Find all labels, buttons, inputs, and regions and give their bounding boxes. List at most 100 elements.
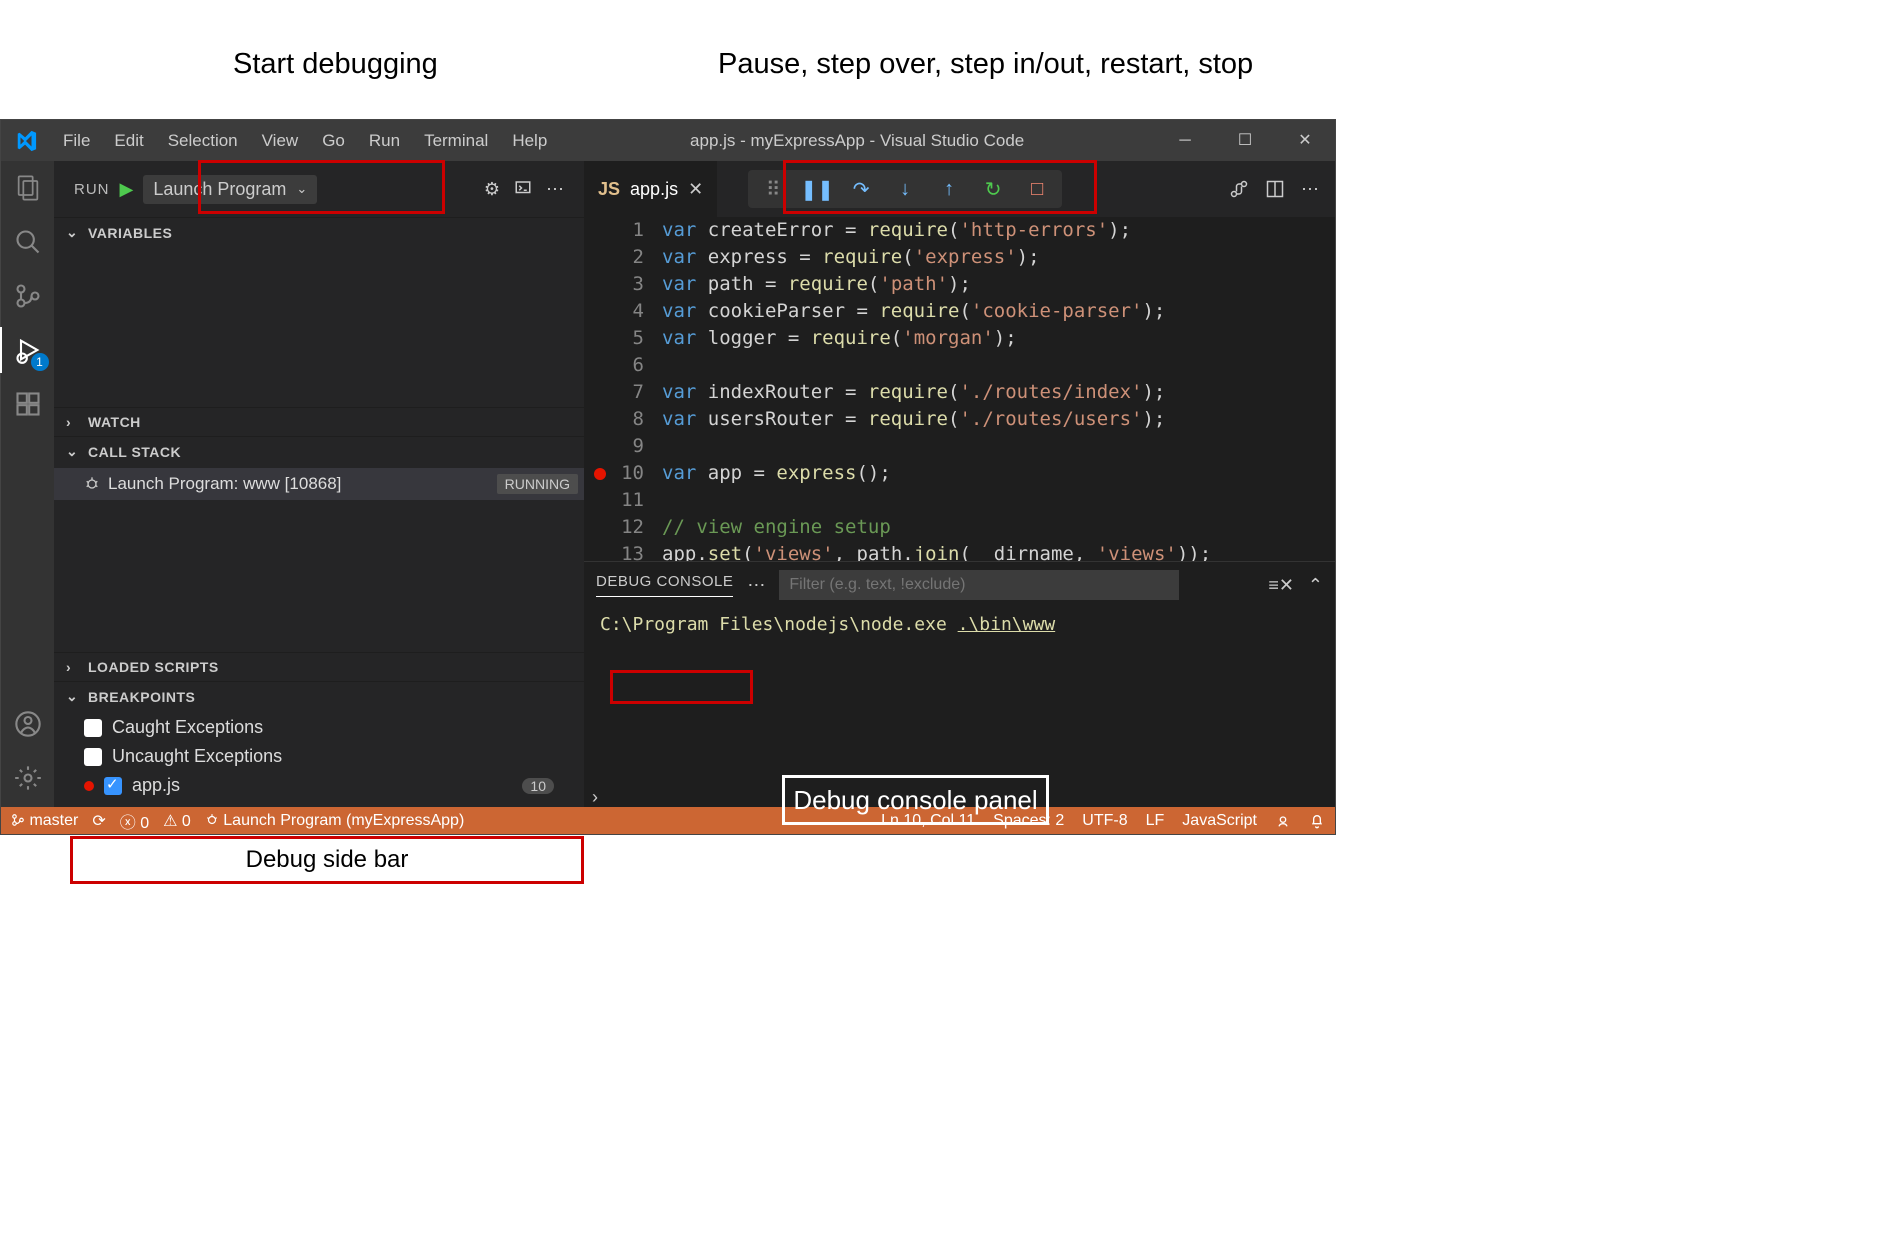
line-number[interactable]: 11 [584,487,644,514]
menu-file[interactable]: File [51,120,102,161]
line-number[interactable]: 9 [584,433,644,460]
language-mode[interactable]: JavaScript [1182,812,1257,830]
line-number[interactable]: 5 [584,325,644,352]
debug-target[interactable]: Launch Program (myExpressApp) [205,812,464,830]
callstack-item[interactable]: Launch Program: www [10868] RUNNING [54,468,584,500]
editor-tab-appjs[interactable]: JS app.js ✕ [584,161,718,217]
line-number[interactable]: 7 [584,379,644,406]
line-number[interactable]: 8 [584,406,644,433]
gear-icon[interactable]: ⚙ [484,179,500,200]
warning-count[interactable]: ⚠ 0 [163,811,191,831]
settings-gear-icon[interactable] [11,761,45,795]
code-line[interactable]: app.set('views', path.join(__dirname, 'v… [662,541,1335,561]
code-line[interactable] [662,352,1335,379]
callstack-status: RUNNING [497,474,578,494]
checkbox-unchecked[interactable] [84,719,102,737]
extensions-icon[interactable] [11,387,45,421]
bell-icon[interactable] [1309,813,1325,829]
line-number[interactable]: 1 [584,217,644,244]
compare-icon[interactable] [1229,179,1249,200]
breakpoint-caught[interactable]: Caught Exceptions [54,713,584,742]
code-line[interactable]: var usersRouter = require('./routes/user… [662,406,1335,433]
debug-console-toggle-icon[interactable] [514,179,532,200]
filter-input[interactable] [779,570,1179,600]
start-debug-icon[interactable]: ▶ [120,179,134,200]
menu-view[interactable]: View [250,120,311,161]
titlebar: FileEditSelectionViewGoRunTerminalHelp a… [1,120,1335,161]
line-number[interactable]: 6 [584,352,644,379]
code-line[interactable]: var createError = require('http-errors')… [662,217,1335,244]
code-line[interactable]: var express = require('express'); [662,244,1335,271]
loaded-scripts-label: LOADED SCRIPTS [88,659,219,675]
search-icon[interactable] [11,225,45,259]
menu-run[interactable]: Run [357,120,412,161]
line-number[interactable]: 2 [584,244,644,271]
minimize-button[interactable]: ─ [1155,120,1215,161]
line-number[interactable]: 3 [584,271,644,298]
encoding[interactable]: UTF-8 [1082,812,1127,830]
breakpoint-uncaught[interactable]: Uncaught Exceptions [54,742,584,771]
code-line[interactable]: var path = require('path'); [662,271,1335,298]
highlight-launch-config [198,160,445,214]
source-control-icon[interactable] [11,279,45,313]
panel-more-icon[interactable]: ⋯ [747,575,765,596]
collapse-panel-icon[interactable]: ⌃ [1308,575,1323,596]
console-link[interactable]: .\bin\www [958,614,1056,635]
code-line[interactable]: var cookieParser = require('cookie-parse… [662,298,1335,325]
menu-terminal[interactable]: Terminal [412,120,500,161]
vscode-window: FileEditSelectionViewGoRunTerminalHelp a… [0,119,1336,835]
loaded-scripts-header[interactable]: ›LOADED SCRIPTS [54,653,584,681]
watch-section: ›WATCH [54,407,584,436]
sync-icon[interactable]: ⟳ [92,811,105,831]
variables-header[interactable]: ⌄VARIABLES [54,218,584,247]
menu-edit[interactable]: Edit [102,120,155,161]
debug-console-tab[interactable]: DEBUG CONSOLE [596,573,733,597]
annotation-toolbar-desc: Pause, step over, step in/out, restart, … [718,48,1253,81]
error-count[interactable]: ⓧ 0 [120,809,149,833]
code-editor[interactable]: 1234567891011121314 var createError = re… [584,217,1335,561]
checkbox-unchecked[interactable] [84,748,102,766]
branch-name: master [29,812,78,829]
clear-console-icon[interactable]: ≡✕ [1268,575,1294,596]
menu-help[interactable]: Help [500,120,559,161]
accounts-icon[interactable] [11,707,45,741]
code-line[interactable]: // view engine setup [662,514,1335,541]
feedback-icon[interactable] [1275,813,1291,829]
debug-target-label: Launch Program (myExpressApp) [223,812,464,829]
code-line[interactable]: var app = express(); [662,460,1335,487]
watch-header[interactable]: ›WATCH [54,408,584,436]
eol[interactable]: LF [1146,812,1165,830]
menu-selection[interactable]: Selection [156,120,250,161]
variables-section: ⌄VARIABLES [54,217,584,407]
line-number[interactable]: 4 [584,298,644,325]
close-button[interactable]: ✕ [1275,120,1335,161]
highlight-debug-toolbar [783,160,1097,214]
more-actions-icon[interactable]: ⋯ [1301,179,1319,200]
tab-close-icon[interactable]: ✕ [688,179,703,200]
code-line[interactable]: var indexRouter = require('./routes/inde… [662,379,1335,406]
breakpoint-file[interactable]: app.js 10 [54,771,584,800]
more-icon[interactable]: ⋯ [546,179,564,200]
branch-indicator[interactable]: master [11,812,78,830]
line-number[interactable]: 10 [584,460,644,487]
status-bar: master ⟳ ⓧ 0 ⚠ 0 Launch Program (myExpre… [1,807,1335,834]
annotation-start-debugging: Start debugging [233,48,438,81]
explorer-icon[interactable] [11,171,45,205]
line-number[interactable]: 12 [584,514,644,541]
run-debug-icon[interactable]: 1 [11,333,45,367]
code-line[interactable] [662,433,1335,460]
checkbox-checked[interactable] [104,777,122,795]
debug-badge: 1 [31,353,49,371]
split-editor-icon[interactable] [1265,179,1285,200]
maximize-button[interactable]: ☐ [1215,120,1275,161]
window-title: app.js - myExpressApp - Visual Studio Co… [559,131,1155,151]
breakpoint-marker-icon[interactable] [594,468,606,480]
code-line[interactable]: var logger = require('morgan'); [662,325,1335,352]
line-number[interactable]: 13 [584,541,644,561]
code-line[interactable] [662,487,1335,514]
menu-go[interactable]: Go [310,120,357,161]
activity-bar: 1 [1,161,54,807]
callstack-header[interactable]: ⌄CALL STACK [54,437,584,466]
bug-icon [84,476,100,492]
breakpoints-header[interactable]: ⌄BREAKPOINTS [54,682,584,711]
